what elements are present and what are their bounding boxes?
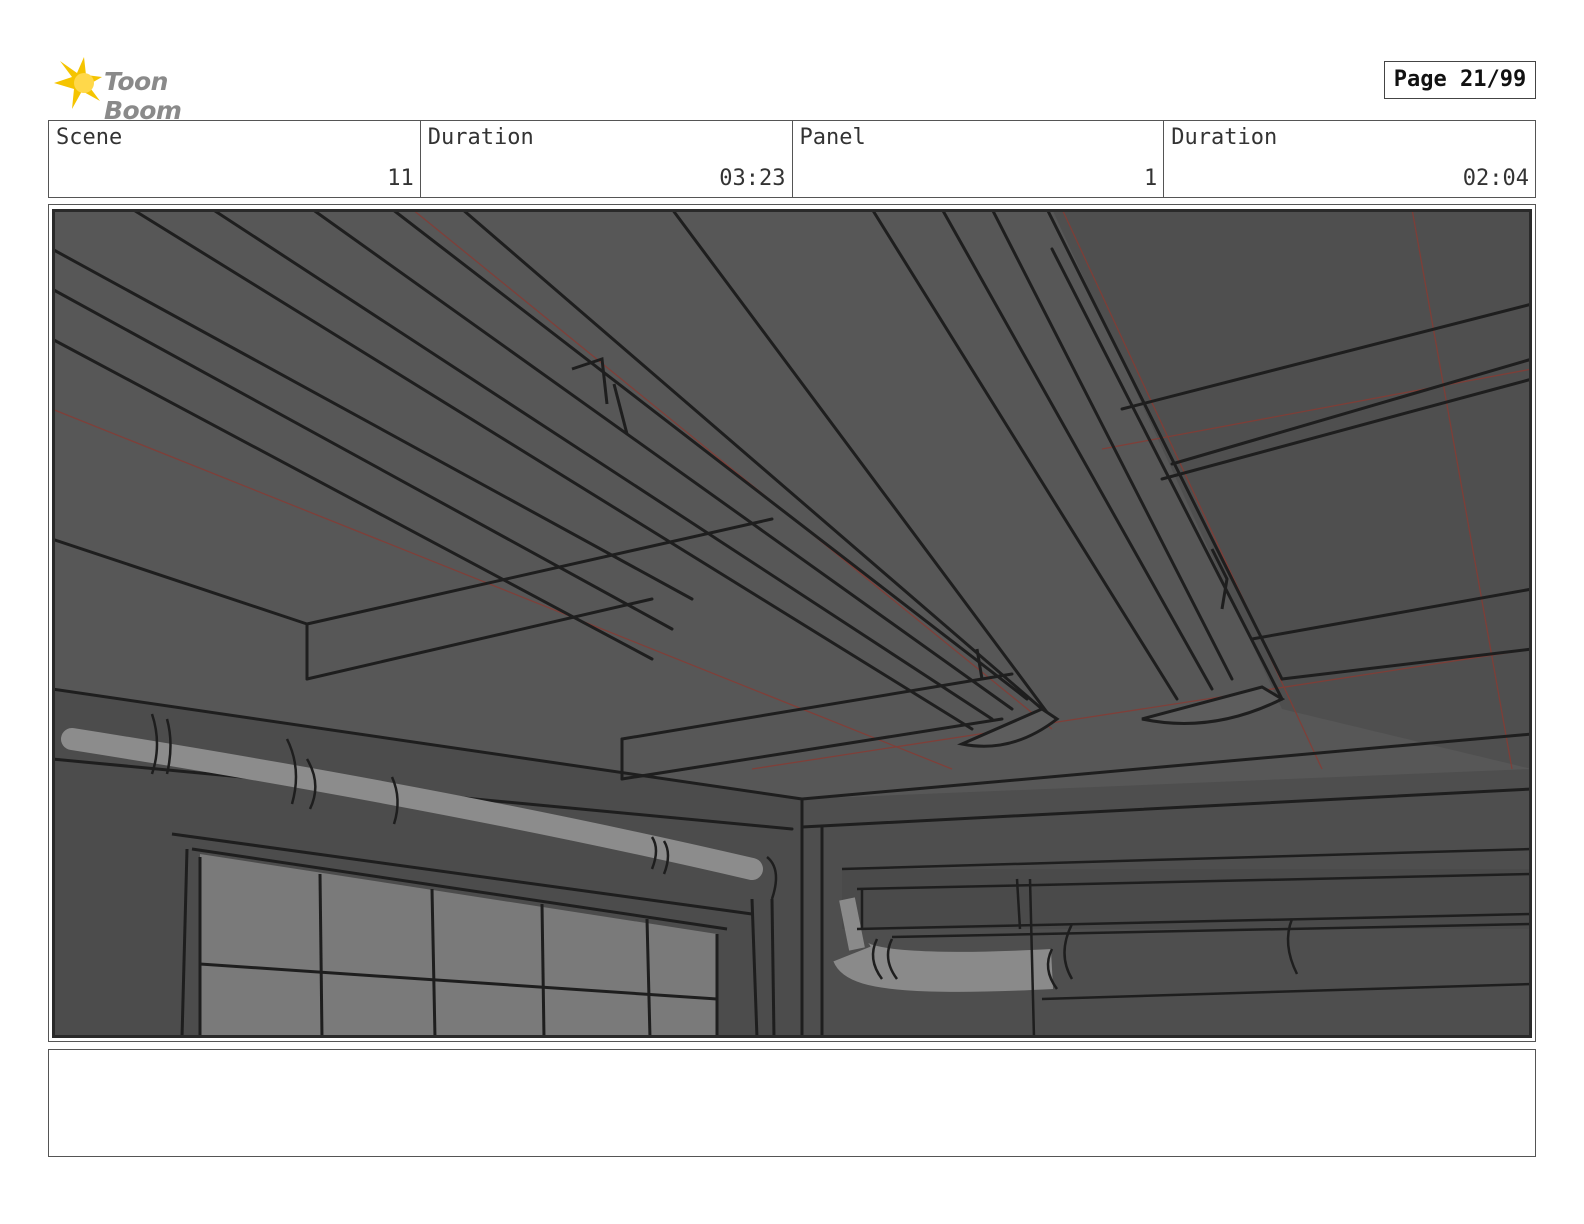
- logo-text: Toon Boom: [104, 67, 182, 125]
- scene-label: Scene: [56, 125, 123, 150]
- scene-duration-cell: Duration 03:23: [421, 121, 793, 197]
- logo-burst-icon: [54, 57, 102, 109]
- scene-info-row: Scene 11 Duration 03:23 Panel 1 Duration…: [48, 120, 1536, 198]
- panel-value: 1: [1144, 166, 1158, 191]
- panel-label: Panel: [799, 125, 866, 150]
- panel-cell: Panel 1: [793, 121, 1165, 197]
- panel-duration-value: 02:04: [1462, 166, 1529, 191]
- scene-duration-label: Duration: [427, 125, 534, 150]
- storyboard-sketch: [50, 207, 1534, 1040]
- ceiling-sketch-image: [50, 207, 1534, 1040]
- panel-duration-label: Duration: [1171, 125, 1278, 150]
- page-number: Page 21/99: [1384, 61, 1536, 99]
- scene-cell: Scene 11: [49, 121, 421, 197]
- toon-boom-logo: Toon Boom: [50, 55, 250, 125]
- scene-value: 11: [387, 166, 414, 191]
- scene-duration-value: 03:23: [719, 166, 786, 191]
- panel-duration-cell: Duration 02:04: [1164, 121, 1535, 197]
- panel-notes-box: [48, 1049, 1536, 1157]
